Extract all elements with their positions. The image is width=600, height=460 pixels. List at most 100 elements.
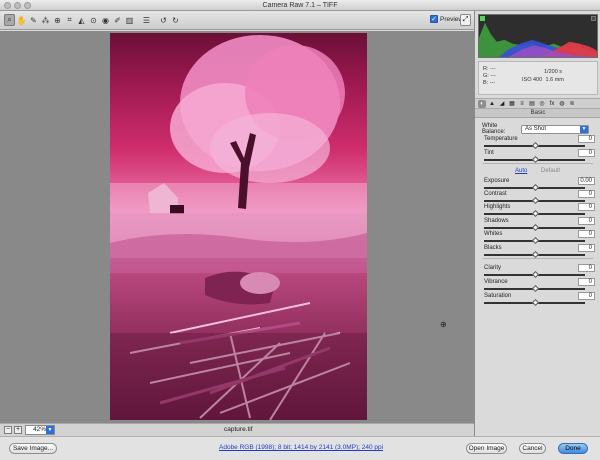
window-title: Camera Raw 7.1 – TIFF [262, 2, 338, 9]
slider-label: Exposure [484, 178, 510, 184]
histogram [478, 14, 598, 58]
slider-label: Temperature [484, 136, 518, 142]
slider-value-field[interactable]: 0 [578, 190, 595, 198]
zoom-level-value: 42% [33, 426, 47, 433]
rotate-cw-icon[interactable]: ↻ [170, 14, 181, 26]
hand-icon[interactable]: ✋ [16, 14, 27, 26]
slider-knob[interactable] [531, 284, 539, 293]
spot-removal-icon[interactable]: ⊙ [88, 14, 99, 26]
readout-panel: R: --- G: --- B: --- 1/200 s ISO 400 1.6… [478, 61, 598, 95]
auto-default-row: Auto Default [515, 168, 560, 174]
panel-tabs: ◐ ▲ ◢ ▦ ≡ ▤ ◎ fx ◍ ≋ [475, 98, 600, 109]
chevron-down-icon: ▼ [46, 426, 54, 434]
iso-readout: ISO 400 [522, 77, 543, 83]
tone-curve-tab-icon[interactable]: ▲ [488, 100, 496, 108]
slider-value-field[interactable]: 0 [578, 244, 595, 252]
adjustment-brush-icon[interactable]: ✐ [112, 14, 123, 26]
minimize-window-button[interactable] [14, 2, 21, 9]
slider-value-field[interactable]: 0 [578, 292, 595, 300]
slider-knob[interactable] [531, 250, 539, 259]
slider-vibrance: Vibrance 0 [482, 278, 595, 293]
fullscreen-icon[interactable]: ⤢ [460, 14, 471, 26]
slider-knob[interactable] [531, 196, 539, 205]
fx-tab-icon[interactable]: fx [548, 100, 556, 108]
slider-temperature: Temperature 0 [482, 135, 595, 150]
rotate-ccw-icon[interactable]: ↺ [158, 14, 169, 26]
image-preview[interactable] [110, 33, 367, 420]
slider-value-field[interactable]: 0 [578, 135, 595, 143]
exif-readout: 1/200 s ISO 400 1.6 mm [522, 68, 568, 84]
crop-icon[interactable]: ⌗ [64, 14, 75, 26]
slider-blacks: Blacks 0 [482, 244, 595, 259]
lens-corrections-tab-icon[interactable]: ▤ [528, 100, 536, 108]
basic-tab-icon[interactable]: ◐ [478, 99, 486, 108]
shadow-clipping-toggle[interactable] [480, 16, 485, 21]
auto-link[interactable]: Auto [515, 168, 527, 174]
slider-label: Tint [484, 150, 494, 156]
slider-knob[interactable] [531, 298, 539, 307]
hsl-tab-icon[interactable]: ▦ [508, 100, 516, 108]
highlight-clipping-toggle[interactable] [591, 16, 596, 21]
color-sampler-icon[interactable]: ⁂ [40, 14, 51, 26]
slider-saturation: Saturation 0 [482, 292, 595, 307]
straighten-icon[interactable]: ◭ [76, 14, 87, 26]
presets-tab-icon[interactable]: ≋ [568, 100, 576, 108]
toolbar-separator [136, 14, 140, 26]
target-adjustment-icon[interactable]: ⊕ [52, 14, 63, 26]
slider-label: Shadows [484, 218, 509, 224]
slider-value-field[interactable]: 0 [578, 230, 595, 238]
slider-label: Saturation [484, 293, 512, 299]
slider-label: Clarity [484, 265, 502, 271]
detail-tab-icon[interactable]: ◢ [498, 100, 506, 108]
slider-label: Blacks [484, 245, 502, 251]
zoom-out-button[interactable]: − [4, 426, 12, 434]
effects-tab-icon[interactable]: ◎ [538, 100, 546, 108]
zoom-window-button[interactable] [24, 2, 31, 9]
histogram-graph [479, 22, 597, 57]
workflow-options-link[interactable]: Adobe RGB (1998); 8 bit; 1414 by 2141 (3… [219, 444, 383, 451]
slider-knob[interactable] [531, 141, 539, 150]
white-balance-row: White Balance: As Shot ▼ [482, 123, 589, 135]
save-image-button[interactable]: Save Image... [9, 443, 57, 454]
slider-knob[interactable] [531, 155, 539, 164]
preview-checkbox[interactable]: ✓ [430, 15, 438, 23]
slider-label: Vibrance [484, 279, 508, 285]
preview-toggle[interactable]: ✓ Preview [430, 15, 463, 23]
slider-value-field[interactable]: 0 [578, 278, 595, 286]
slider-knob[interactable] [531, 223, 539, 232]
slider-knob[interactable] [531, 270, 539, 279]
file-name: capture.tif [224, 426, 253, 433]
slider-knob[interactable] [531, 183, 539, 192]
white-balance-select[interactable]: As Shot ▼ [521, 124, 589, 134]
zoom-in-button[interactable]: + [14, 426, 22, 434]
split-toning-tab-icon[interactable]: ≡ [518, 100, 526, 108]
white-balance-value: As Shot [525, 125, 547, 132]
toolbar-separator [153, 14, 157, 26]
slider-whites: Whites 0 [482, 230, 595, 245]
slider-value-field[interactable]: 0.00 [578, 177, 595, 185]
cancel-button[interactable]: Cancel [519, 443, 546, 454]
preferences-icon[interactable]: ☰ [141, 14, 152, 26]
slider-label: Contrast [484, 191, 507, 197]
slider-value-field[interactable]: 0 [578, 203, 595, 211]
rgb-readout: R: --- G: --- B: --- [483, 66, 496, 87]
default-link[interactable]: Default [541, 168, 560, 174]
graduated-filter-icon[interactable]: ▥ [124, 14, 135, 26]
slider-value-field[interactable]: 0 [578, 149, 595, 157]
camera-calibration-tab-icon[interactable]: ◍ [558, 100, 566, 108]
slider-value-field[interactable]: 0 [578, 217, 595, 225]
white-balance-icon[interactable]: ✎ [28, 14, 39, 26]
slider-value-field[interactable]: 0 [578, 264, 595, 272]
slider-knob[interactable] [531, 209, 539, 218]
preview-canvas[interactable]: ⊕ [0, 31, 474, 423]
shutter-readout: 1/200 s [544, 69, 563, 75]
zoom-level-select[interactable]: 42% ▼ [25, 425, 55, 435]
slider-highlights: Highlights 0 [482, 203, 595, 218]
close-window-button[interactable] [4, 2, 11, 9]
toolbar: ⌕ ✋ ✎ ⁂ ⊕ ⌗ ◭ ⊙ ◉ ✐ ▥ ☰ ↺ ↻ ✓ Preview ⤢ [0, 11, 474, 30]
slider-knob[interactable] [531, 236, 539, 245]
zoom-icon[interactable]: ⌕ [4, 14, 15, 26]
open-image-button[interactable]: Open Image [466, 443, 507, 454]
done-button[interactable]: Done [558, 443, 588, 454]
red-eye-icon[interactable]: ◉ [100, 14, 111, 26]
